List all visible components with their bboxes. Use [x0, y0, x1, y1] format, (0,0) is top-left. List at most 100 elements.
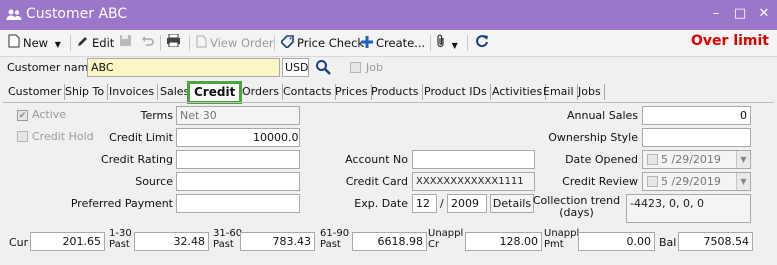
job-label: Job [366, 61, 383, 74]
tab-activities[interactable]: Activities [489, 84, 547, 100]
currency-field: USD [282, 58, 309, 77]
cur-label: Cur [9, 236, 29, 249]
maximize-button[interactable]: □ [730, 4, 750, 24]
toolbar-separator [70, 35, 71, 51]
edit-button-label: Edit [92, 36, 115, 50]
pencil-icon [76, 35, 89, 53]
credit-rating-label: Credit Rating [100, 153, 173, 166]
toolbar-separator [467, 35, 468, 51]
tab-email[interactable]: Email [540, 84, 578, 100]
tab-orders[interactable]: Orders [239, 84, 283, 100]
attach-button[interactable]: ▼ [436, 34, 458, 52]
ownership-style-input[interactable] [642, 128, 751, 147]
unappl-pmt-label: Unappl Pmt [544, 228, 580, 250]
chevron-down-icon[interactable]: ▼ [736, 151, 750, 168]
window-title: Customer ABC [26, 6, 128, 22]
past-31-60-value: 783.43 [240, 232, 315, 251]
unappl-cr-label: Unappl Cr [428, 228, 464, 250]
bal-label: Bal [659, 236, 677, 249]
terms-label: Terms [140, 109, 173, 122]
customer-name-label: Customer name [7, 61, 96, 74]
date-opened-label: Date Opened [565, 153, 638, 166]
save-button[interactable] [119, 34, 132, 52]
toolbar-separator [189, 35, 190, 51]
past-61-90-value: 6618.98 [352, 232, 427, 251]
view-order-label: View Order [210, 36, 274, 50]
new-button-label: New [23, 36, 49, 50]
tab-customer[interactable]: Customer [5, 84, 66, 100]
close-button[interactable]: ✕ [754, 4, 774, 24]
credit-hold-checkbox[interactable] [17, 131, 28, 142]
tab-prices[interactable]: Prices [332, 84, 372, 100]
credit-limit-input[interactable]: 10000.00 [176, 128, 300, 147]
past-1-30-label: 1-30 Past [109, 228, 132, 250]
terms-field[interactable]: Net 30 [176, 106, 300, 125]
job-checkbox[interactable] [350, 62, 361, 73]
exp-date-label: Exp. Date [354, 197, 408, 210]
source-label: Source [135, 175, 173, 188]
tab-contacts[interactable]: Contacts [280, 84, 336, 100]
collection-trend-label: Collection trend (days) [532, 194, 621, 219]
users-icon [6, 8, 22, 24]
bal-value: 7508.54 [678, 232, 753, 251]
source-input[interactable] [176, 172, 300, 191]
refresh-button[interactable] [475, 34, 489, 52]
credit-rating-input[interactable] [176, 150, 300, 169]
plus-icon [361, 35, 373, 53]
past-1-30-value: 32.48 [134, 232, 209, 251]
minimize-button[interactable]: – [706, 4, 726, 24]
print-button[interactable] [166, 33, 181, 52]
unappl-pmt-value: 0.00 [578, 232, 655, 251]
search-icon[interactable] [315, 59, 331, 78]
unappl-cr-value: 128.00 [465, 232, 542, 251]
tab-invoices[interactable]: Invoices [106, 84, 159, 100]
date-opened-picker[interactable]: 5 /29/2019 ▼ [642, 150, 751, 169]
create-button[interactable]: Create... [361, 34, 425, 52]
tab-bar: Customer Ship To Invoices Sales Credit O… [0, 81, 777, 104]
create-label: Create... [376, 36, 426, 50]
price-tag-icon [279, 34, 294, 53]
edit-button[interactable]: Edit [76, 34, 114, 52]
exp-month-input[interactable]: 12 [412, 194, 437, 213]
price-check-button[interactable]: Price Check [279, 34, 364, 53]
chevron-down-icon[interactable]: ▼ [452, 41, 458, 50]
past-61-90-label: 61-90 Past [320, 228, 350, 250]
toolbar-separator [160, 35, 161, 51]
cur-value: 201.65 [30, 232, 105, 251]
toolbar-separator [430, 35, 431, 51]
details-button[interactable]: Details [490, 194, 534, 213]
date-opened-value: 5 /29/2019 [661, 153, 721, 166]
tab-credit[interactable]: Credit [187, 81, 243, 104]
credit-review-picker[interactable]: 5 /29/2019 ▼ [642, 172, 751, 191]
credit-card-label: Credit Card [345, 175, 408, 188]
title-bar: Customer ABC – □ ✕ [0, 0, 777, 30]
annual-sales-input[interactable]: 0 [642, 106, 751, 125]
annual-sales-label: Annual Sales [566, 109, 638, 122]
view-order-button[interactable]: View Order [196, 34, 274, 52]
exp-year-input[interactable]: 2009 [447, 194, 487, 213]
chevron-down-icon[interactable]: ▼ [55, 40, 61, 49]
preferred-payment-label: Preferred Payment [70, 197, 173, 210]
tab-jobs[interactable]: Jobs [575, 84, 605, 100]
tab-ship-to[interactable]: Ship To [62, 84, 109, 100]
toolbar: New ▼ Edit View Order Price Check Create… [0, 30, 777, 57]
document-icon [196, 35, 207, 53]
active-checkbox[interactable]: ✔ [17, 110, 28, 121]
past-31-60-label: 31-60 Past [213, 228, 243, 250]
preferred-payment-select[interactable] [176, 194, 300, 213]
credit-review-checkbox[interactable] [647, 176, 658, 187]
credit-card-field[interactable]: XXXXXXXXXXXX1111 [412, 172, 535, 191]
account-no-input[interactable] [412, 150, 535, 169]
new-button[interactable]: New ▼ [8, 34, 61, 52]
chevron-down-icon[interactable]: ▼ [736, 173, 750, 190]
date-opened-checkbox[interactable] [647, 154, 658, 165]
undo-button[interactable] [141, 34, 154, 52]
account-no-label: Account No [345, 153, 408, 166]
tab-product-ids[interactable]: Product IDs [421, 84, 491, 100]
exp-date-separator: / [440, 197, 444, 210]
customer-name-input[interactable]: ABC [87, 58, 280, 77]
credit-review-label: Credit Review [562, 175, 638, 188]
tab-products[interactable]: Products [368, 84, 423, 100]
over-limit-status: Over limit [691, 33, 769, 49]
save-icon [119, 35, 132, 50]
